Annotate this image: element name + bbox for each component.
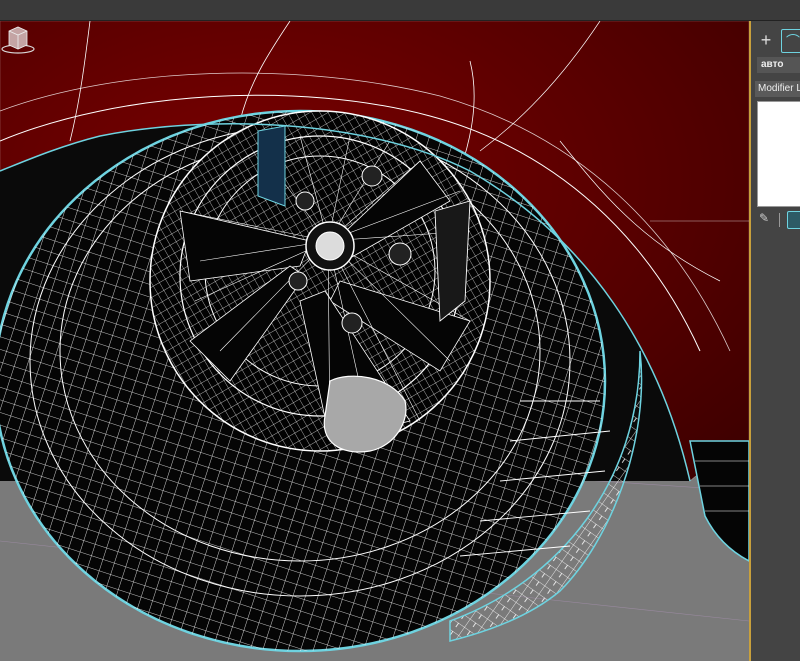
rim-mesh <box>149 110 491 453</box>
modifier-list-dropdown[interactable]: Modifier List <box>755 81 800 97</box>
main-toolbar <box>0 0 800 21</box>
modifier-stack-tools: ✎ <box>757 211 800 231</box>
command-panel: + ⌒ авто Modifier List ✎ <box>751 21 800 661</box>
lug-nut <box>288 271 308 291</box>
modify-curve-icon[interactable]: ⌒ <box>781 29 800 53</box>
lug-nut <box>341 312 363 334</box>
command-panel-tabs: + ⌒ <box>751 26 800 53</box>
pin-stack-icon[interactable]: ✎ <box>759 211 769 225</box>
modifier-stack[interactable] <box>757 101 800 207</box>
plus-icon[interactable]: + <box>755 29 777 51</box>
perspective-viewport[interactable] <box>0 21 751 661</box>
stack-tools-divider <box>779 213 780 227</box>
viewcube-icon[interactable] <box>0 21 36 57</box>
wireframe-scene <box>0 21 749 661</box>
lug-nut <box>361 165 383 187</box>
object-name-field[interactable]: авто <box>757 57 800 73</box>
show-end-result-icon[interactable] <box>787 211 800 229</box>
lug-nut <box>295 191 315 211</box>
lug-nut <box>388 242 412 266</box>
